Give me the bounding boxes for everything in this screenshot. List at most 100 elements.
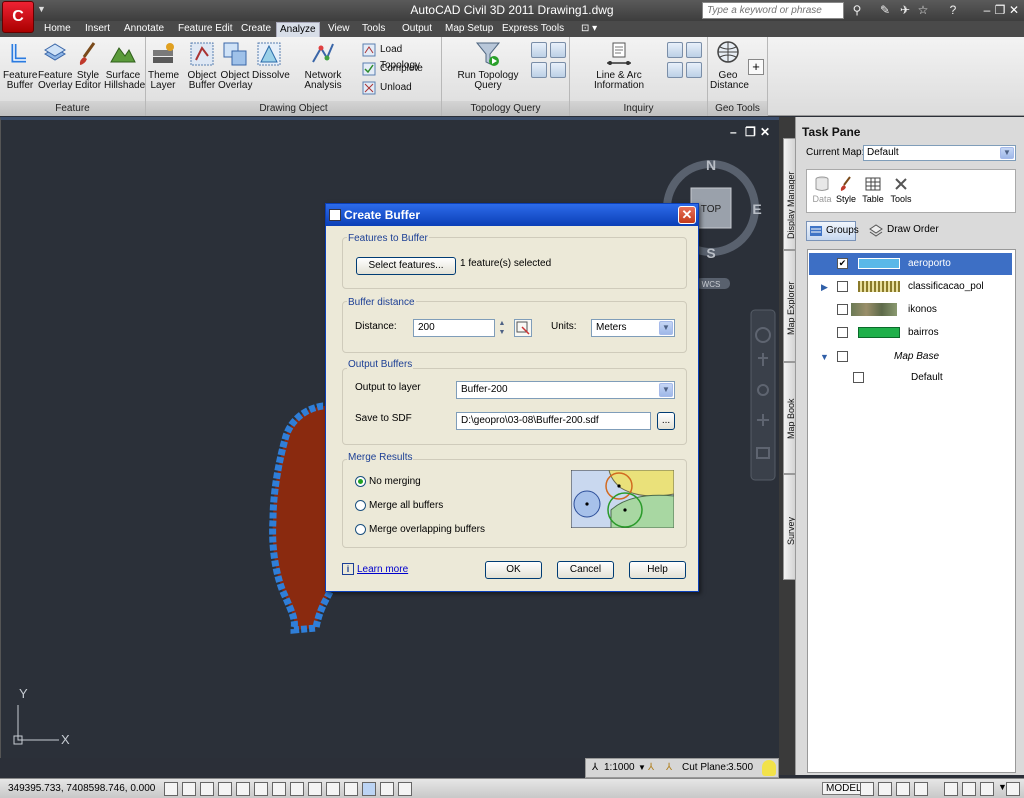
isolate-objects-icon[interactable] <box>980 782 994 796</box>
maximize-viewport-icon[interactable] <box>914 782 928 796</box>
tab-map-setup[interactable]: Map Setup <box>442 22 496 37</box>
cancel-button[interactable]: Cancel <box>557 561 614 579</box>
no-merging-radio[interactable] <box>355 476 366 487</box>
binoculars-icon[interactable]: ⚲ <box>848 2 866 19</box>
layer-row-default[interactable]: Default <box>809 367 1012 389</box>
tools-icon[interactable]: ✈ <box>896 2 914 19</box>
layer-row-bairros[interactable]: bairros <box>809 322 1012 344</box>
object-buffer-button[interactable]: Object Buffer <box>184 40 220 91</box>
object-snap-tracking-icon[interactable] <box>290 782 304 796</box>
output-layer-dropdown-icon[interactable]: ▼ <box>659 383 673 397</box>
lineweight-icon[interactable] <box>344 782 358 796</box>
complete-topology-button[interactable]: Complete <box>362 61 423 77</box>
quick-view-drawings-icon[interactable] <box>896 782 910 796</box>
cut-plane-value[interactable]: 3.500 <box>728 759 753 777</box>
topology-query-icon-4[interactable] <box>550 62 566 78</box>
collapse-icon[interactable]: ▼ <box>820 346 829 368</box>
drawing-minimize-button[interactable]: – <box>730 125 737 139</box>
output-layer-select[interactable]: Buffer-200 ▼ <box>456 381 675 399</box>
tab-home[interactable]: Home <box>41 22 74 37</box>
geo-distance-button[interactable]: Geo Distance <box>710 40 749 91</box>
workspace-switching-icon[interactable] <box>944 782 958 796</box>
scale-dropdown-icon[interactable]: ▼ <box>638 759 646 777</box>
topology-query-icon-1[interactable] <box>531 42 547 58</box>
tab-insert[interactable]: Insert <box>82 22 113 37</box>
no-merging-label[interactable]: No merging <box>369 476 421 487</box>
groups-button[interactable]: Groups <box>806 221 859 241</box>
draw-order-button[interactable]: Draw Order <box>866 221 956 241</box>
layer-row-aeroporto[interactable]: ✔ aeroporto <box>809 253 1012 275</box>
dialog-title-bar[interactable]: Create Buffer ✕ <box>326 204 698 226</box>
tab-feature-edit[interactable]: Feature Edit <box>175 22 235 37</box>
grid-display-icon[interactable] <box>200 782 214 796</box>
merge-overlapping-label[interactable]: Merge overlapping buffers <box>369 524 485 535</box>
merge-all-label[interactable]: Merge all buffers <box>369 500 443 511</box>
theme-layer-button[interactable]: Theme Layer <box>148 40 179 91</box>
browse-sdf-button[interactable]: ... <box>657 412 675 430</box>
current-map-select[interactable]: Default ▼ <box>863 145 1016 161</box>
layer-visibility-checkbox[interactable] <box>837 281 848 292</box>
annotation-scale-icon[interactable]: ⅄ <box>592 759 598 777</box>
application-menu-button[interactable]: C <box>2 1 34 33</box>
selection-cycling-icon[interactable] <box>398 782 412 796</box>
layer-visibility-checkbox[interactable] <box>837 304 848 315</box>
help-icon[interactable]: ? <box>944 2 962 19</box>
select-features-button[interactable]: Select features... <box>356 257 456 275</box>
transparency-icon[interactable] <box>362 782 376 796</box>
style-button[interactable]: Style <box>833 176 859 204</box>
object-overlay-button[interactable]: Object Overlay <box>218 40 252 91</box>
object-snap-icon[interactable] <box>254 782 268 796</box>
aeroporto-buffer-shape[interactable] <box>269 402 335 634</box>
add-tool-icon[interactable]: + <box>748 59 764 75</box>
merge-all-radio[interactable] <box>355 500 366 511</box>
close-button[interactable]: ✕ <box>1006 2 1022 18</box>
unload-topology-button[interactable]: Unload <box>362 80 412 96</box>
topology-query-icon-2[interactable] <box>550 42 566 58</box>
layer-row-ikonos[interactable]: ikonos <box>809 299 1012 321</box>
load-topology-button[interactable]: Load Topology <box>362 42 441 71</box>
surface-hillshade-button[interactable]: Surface Hillshade <box>104 40 145 91</box>
dissolve-button[interactable]: Dissolve <box>252 40 290 81</box>
feature-buffer-button[interactable]: Feature Buffer <box>3 40 37 91</box>
lock-ui-icon[interactable] <box>962 782 976 796</box>
save-sdf-input[interactable]: D:\geopro\03-08\Buffer-200.sdf <box>456 412 651 430</box>
dynamic-ucs-icon[interactable] <box>308 782 322 796</box>
table-button[interactable]: Table <box>859 176 887 204</box>
pick-distance-icon[interactable] <box>514 319 532 337</box>
run-topology-query-button[interactable]: Run Topology Query <box>444 40 532 91</box>
layer-visibility-checkbox[interactable]: ✔ <box>837 258 848 269</box>
inquiry-icon-4[interactable] <box>686 62 702 78</box>
infer-constraints-icon[interactable] <box>164 782 178 796</box>
coordinates-readout[interactable]: 349395.733, 7408598.746, 0.000 <box>8 783 155 794</box>
topology-query-icon-3[interactable] <box>531 62 547 78</box>
drawing-restore-button[interactable]: ❐ <box>745 125 756 139</box>
workspace-toggle-icon[interactable]: ⊡ ▾ <box>578 22 600 37</box>
clean-screen-icon[interactable] <box>1006 782 1020 796</box>
merge-overlapping-radio[interactable] <box>355 524 366 535</box>
expand-icon[interactable]: ▶ <box>821 276 828 298</box>
search-input[interactable] <box>702 2 844 19</box>
inquiry-icon-3[interactable] <box>667 62 683 78</box>
distance-spinner[interactable]: ▲ ▼ <box>497 319 507 337</box>
tools-button[interactable]: Tools <box>887 176 915 204</box>
inquiry-icon-1[interactable] <box>667 42 683 58</box>
wrench-icon[interactable]: ✎ <box>876 2 894 19</box>
dynamic-input-icon[interactable] <box>326 782 340 796</box>
3d-object-snap-icon[interactable] <box>272 782 286 796</box>
ortho-mode-icon[interactable] <box>218 782 232 796</box>
annotation-visibility-icon[interactable]: ⅄ <box>648 759 654 777</box>
annotation-scale[interactable]: 1:1000 <box>604 759 635 777</box>
tab-output[interactable]: Output <box>399 22 435 37</box>
tab-view[interactable]: View <box>325 22 353 37</box>
feature-overlay-button[interactable]: Feature Overlay <box>38 40 72 91</box>
star-icon[interactable]: ☆ <box>914 2 932 19</box>
quick-view-layouts-icon[interactable] <box>878 782 892 796</box>
units-dropdown-icon[interactable]: ▼ <box>659 321 673 335</box>
tab-tools[interactable]: Tools <box>359 22 388 37</box>
tab-analyze[interactable]: Analyze <box>276 22 320 37</box>
drawing-close-button[interactable]: ✕ <box>760 125 770 139</box>
tab-create[interactable]: Create <box>238 22 274 37</box>
layout-icon[interactable] <box>860 782 874 796</box>
layer-visibility-checkbox[interactable] <box>853 372 864 383</box>
ok-button[interactable]: OK <box>485 561 542 579</box>
